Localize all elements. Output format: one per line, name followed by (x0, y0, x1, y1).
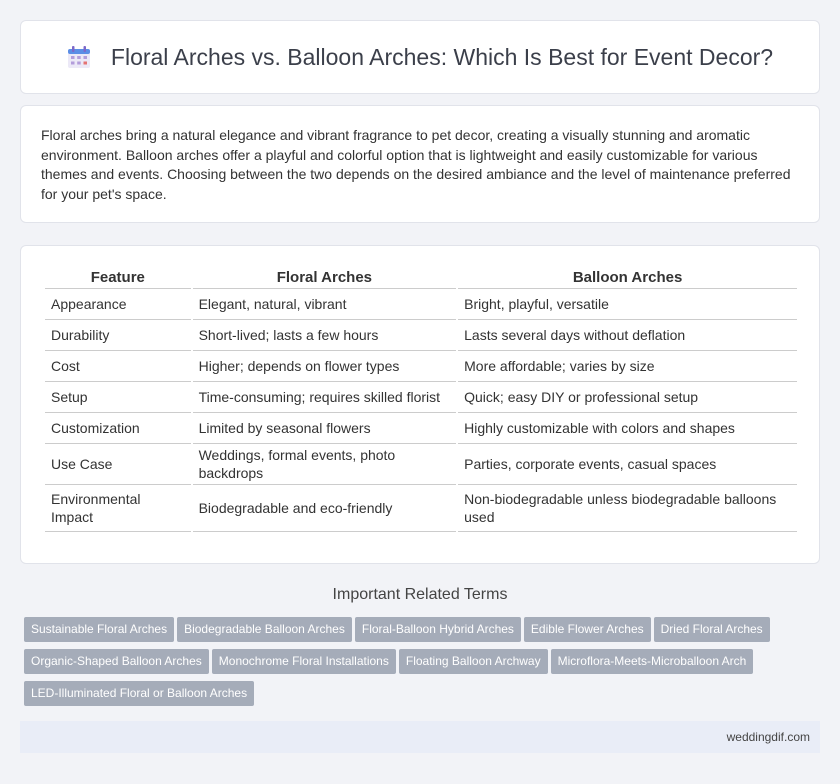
feature-cell: Customization (45, 413, 191, 444)
tag-microflora-microballoon-arch[interactable]: Microflora-Meets-Microballoon Arch (550, 649, 754, 674)
tag-led-illuminated-arches[interactable]: LED-Illuminated Floral or Balloon Arches (24, 681, 255, 706)
header-feature: Feature (45, 266, 191, 289)
tag-dried-floral-arches[interactable]: Dried Floral Arches (653, 617, 770, 642)
tag-sustainable-floral-arches[interactable]: Sustainable Floral Arches (24, 617, 175, 642)
comparison-card: Feature Floral Arches Balloon Arches App… (20, 245, 820, 564)
floral-cell: Limited by seasonal flowers (192, 413, 457, 444)
intro-card: Floral arches bring a natural elegance a… (20, 105, 820, 223)
header-floral: Floral Arches (192, 266, 457, 289)
feature-cell: Environmental Impact (45, 485, 191, 532)
tag-organic-shaped-balloon-arches[interactable]: Organic-Shaped Balloon Arches (24, 649, 209, 674)
floral-cell: Weddings, formal events, photo backdrops (192, 444, 457, 485)
header-balloon: Balloon Arches (458, 266, 797, 289)
intro-text: Floral arches bring a natural elegance a… (41, 127, 791, 202)
footer-site[interactable]: weddingdif.com (727, 730, 810, 744)
title-card: Floral Arches vs. Balloon Arches: Which … (20, 20, 820, 94)
feature-cell: Appearance (45, 289, 191, 320)
floral-cell: Elegant, natural, vibrant (192, 289, 457, 320)
floral-cell: Biodegradable and eco-friendly (192, 485, 457, 532)
balloon-cell: Lasts several days without deflation (458, 320, 797, 351)
footer: weddingdif.com (20, 721, 820, 753)
floral-cell: Higher; depends on flower types (192, 351, 457, 382)
floral-cell: Time-consuming; requires skilled florist (192, 382, 457, 413)
related-terms-heading: Important Related Terms (332, 586, 508, 603)
balloon-cell: More affordable; varies by size (458, 351, 797, 382)
calendar-icon (67, 45, 91, 69)
balloon-cell: Parties, corporate events, casual spaces (458, 444, 797, 485)
balloon-cell: Highly customizable with colors and shap… (458, 413, 797, 444)
comparison-table: Feature Floral Arches Balloon Arches App… (43, 266, 799, 532)
tag-floral-balloon-hybrid-arches[interactable]: Floral-Balloon Hybrid Arches (354, 617, 521, 642)
balloon-cell: Quick; easy DIY or professional setup (458, 382, 797, 413)
feature-cell: Use Case (45, 444, 191, 485)
table-row: Cost Higher; depends on flower types Mor… (45, 351, 797, 382)
table-row: Appearance Elegant, natural, vibrant Bri… (45, 289, 797, 320)
related-tags: Sustainable Floral Arches Biodegradable B… (24, 617, 824, 713)
feature-cell: Durability (45, 320, 191, 351)
tag-floating-balloon-archway[interactable]: Floating Balloon Archway (398, 649, 548, 674)
tag-edible-flower-arches[interactable]: Edible Flower Arches (523, 617, 651, 642)
feature-cell: Cost (45, 351, 191, 382)
page-title: Floral Arches vs. Balloon Arches: Which … (110, 43, 774, 70)
table-row: Environmental Impact Biodegradable and e… (45, 485, 797, 532)
floral-cell: Short-lived; lasts a few hours (192, 320, 457, 351)
table-row: Use Case Weddings, formal events, photo … (45, 444, 797, 485)
balloon-cell: Non-biodegradable unless biodegradable b… (458, 485, 797, 532)
table-row: Setup Time-consuming; requires skilled f… (45, 382, 797, 413)
feature-cell: Setup (45, 382, 191, 413)
tag-monochrome-floral-installations[interactable]: Monochrome Floral Installations (211, 649, 396, 674)
table-header-row: Feature Floral Arches Balloon Arches (45, 266, 797, 289)
table-row: Durability Short-lived; lasts a few hour… (45, 320, 797, 351)
table-row: Customization Limited by seasonal flower… (45, 413, 797, 444)
balloon-cell: Bright, playful, versatile (458, 289, 797, 320)
tag-biodegradable-balloon-arches[interactable]: Biodegradable Balloon Arches (177, 617, 352, 642)
